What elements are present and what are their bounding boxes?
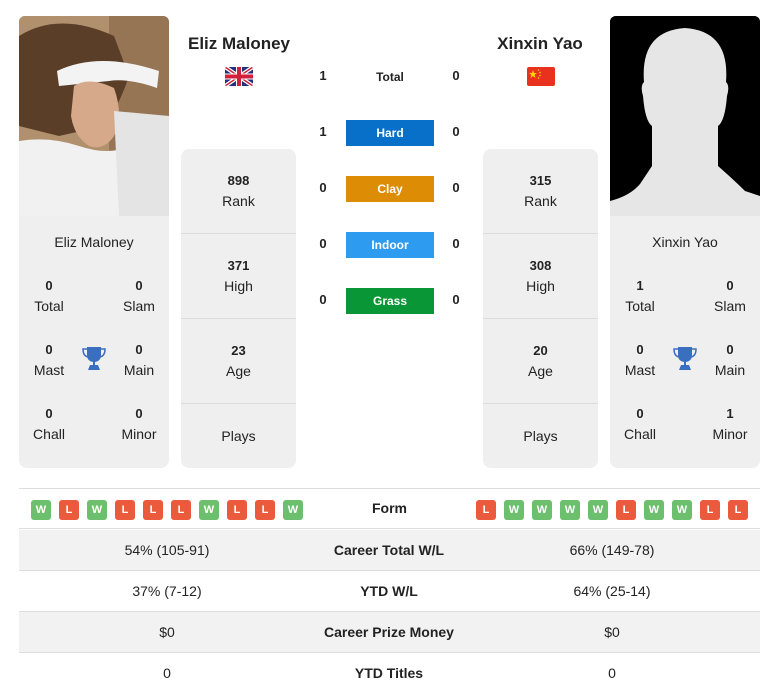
united-kingdom-flag-icon	[225, 67, 253, 86]
player-titles-card-right: Xinxin Yao 1 Total 0 Slam 0 Mast 0 Main …	[610, 216, 760, 468]
player-name-label: Eliz Maloney	[54, 234, 134, 250]
player-photo-image	[19, 16, 169, 216]
form-badge-loss[interactable]: L	[476, 500, 496, 520]
surface-badge-hard[interactable]: Hard	[346, 120, 434, 146]
titles-total: 1 Total	[625, 278, 655, 314]
plays-cell: Plays	[221, 428, 256, 444]
player-name-label: Xinxin Yao	[652, 234, 718, 250]
titles-slam: 0 Slam	[123, 278, 155, 314]
surface-right-count: 0	[452, 180, 460, 195]
form-badge-win[interactable]: W	[504, 500, 524, 520]
stat-row-career-wl: 54% (105-91) Career Total W/L 66% (149-7…	[19, 530, 760, 571]
surface-badge-grass[interactable]: Grass	[346, 288, 434, 314]
high-rank-cell: 308 High	[483, 234, 598, 319]
form-badge-win[interactable]: W	[560, 500, 580, 520]
player-name-right[interactable]: Xinxin Yao	[460, 34, 620, 54]
rank-cell: 315 Rank	[483, 149, 598, 234]
player-photo-right	[610, 16, 760, 216]
stat-row-prize-money: $0 Career Prize Money $0	[19, 612, 760, 653]
titles-main: 0 Main	[123, 342, 155, 378]
titles-main: 0 Main	[714, 342, 746, 378]
high-rank-cell: 371 High	[181, 234, 296, 319]
stat-left-value: $0	[159, 624, 175, 640]
player-photo-left	[19, 16, 169, 216]
player-name-left[interactable]: Eliz Maloney	[159, 34, 319, 54]
surface-right-count: 0	[452, 236, 460, 251]
form-badge-win[interactable]: W	[532, 500, 552, 520]
surface-left-count: 1	[319, 124, 327, 139]
rank-card-right: 315 Rank 308 High 20 Age Plays	[483, 149, 598, 468]
stat-right-value: 66% (149-78)	[569, 542, 655, 558]
form-row: WLWLLLWLLW Form LWWWWLWWLL	[19, 489, 760, 529]
rank-card-left: 898 Rank 371 High 23 Age Plays	[181, 149, 296, 468]
stat-row-ytd-titles: 0 YTD Titles 0	[19, 653, 760, 694]
surface-badge-indoor[interactable]: Indoor	[346, 232, 434, 258]
surface-left-count: 0	[319, 292, 327, 307]
stat-label: YTD Titles	[354, 665, 424, 681]
form-badge-win[interactable]: W	[644, 500, 664, 520]
stat-left-value: 54% (105-91)	[124, 542, 210, 558]
stat-right-value: $0	[604, 624, 620, 640]
titles-slam: 0 Slam	[714, 278, 746, 314]
titles-mast: 0 Mast	[624, 342, 656, 378]
rank-cell: 898 Rank	[181, 149, 296, 234]
h2h-total-label: Total	[376, 70, 404, 84]
china-flag-icon	[527, 67, 555, 86]
titles-minor: 0 Minor	[121, 406, 157, 442]
silhouette-icon	[610, 16, 760, 216]
surface-right-count: 0	[452, 124, 460, 139]
h2h-total-left: 1	[319, 68, 327, 83]
titles-chall: 0 Chall	[624, 406, 656, 442]
titles-mast: 0 Mast	[33, 342, 65, 378]
surface-right-count: 0	[452, 292, 460, 307]
plays-cell: Plays	[523, 428, 558, 444]
form-badge-loss[interactable]: L	[616, 500, 636, 520]
stat-left-value: 37% (7-12)	[132, 583, 202, 599]
form-badges-right: LWWWWLWWLL	[476, 500, 748, 520]
trophy-icon	[673, 347, 697, 370]
h2h-surface-row-clay: 0 Clay 0	[300, 176, 480, 202]
form-badge-loss[interactable]: L	[728, 500, 748, 520]
titles-minor: 1 Minor	[712, 406, 748, 442]
form-badge-win[interactable]: W	[672, 500, 692, 520]
surface-left-count: 0	[319, 180, 327, 195]
surface-left-count: 0	[319, 236, 327, 251]
form-badge-loss[interactable]: L	[700, 500, 720, 520]
h2h-total-row: 1 Total 0	[300, 64, 480, 90]
titles-total: 0 Total	[34, 278, 64, 314]
form-badge-win[interactable]: W	[588, 500, 608, 520]
h2h-surface-row-hard: 1 Hard 0	[300, 120, 480, 146]
age-cell: 20 Age	[483, 319, 598, 404]
surface-badge-clay[interactable]: Clay	[346, 176, 434, 202]
stat-label: Career Total W/L	[333, 542, 445, 558]
h2h-surface-row-indoor: 0 Indoor 0	[300, 232, 480, 258]
h2h-total-right: 0	[452, 68, 460, 83]
player-titles-card-left: Eliz Maloney 0 Total 0 Slam 0 Mast 0 Mai…	[19, 216, 169, 468]
stat-label: YTD W/L	[360, 583, 418, 599]
stat-label: Career Prize Money	[324, 624, 454, 640]
h2h-surface-row-grass: 0 Grass 0	[300, 288, 480, 314]
titles-chall: 0 Chall	[33, 406, 65, 442]
stat-right-value: 64% (25-14)	[573, 583, 651, 599]
trophy-icon	[82, 347, 106, 370]
stat-left-value: 0	[163, 665, 171, 681]
stat-right-value: 0	[608, 665, 616, 681]
age-cell: 23 Age	[181, 319, 296, 404]
stat-row-ytd-wl: 37% (7-12) YTD W/L 64% (25-14)	[19, 571, 760, 612]
